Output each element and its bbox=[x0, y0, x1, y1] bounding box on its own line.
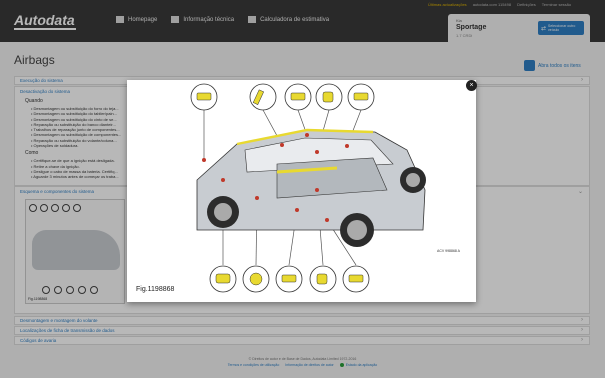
figure-modal: ACV 998868 A Fig.1198868 bbox=[127, 80, 476, 302]
figure-caption: Fig.1198868 bbox=[136, 286, 175, 293]
app: Autodata Homepage Informação técnica Cal… bbox=[0, 0, 605, 378]
drawing-code: ACV 998868 A bbox=[437, 249, 461, 253]
airbag-diagram: ACV 998868 A bbox=[190, 83, 461, 293]
close-button[interactable]: × bbox=[466, 80, 477, 91]
